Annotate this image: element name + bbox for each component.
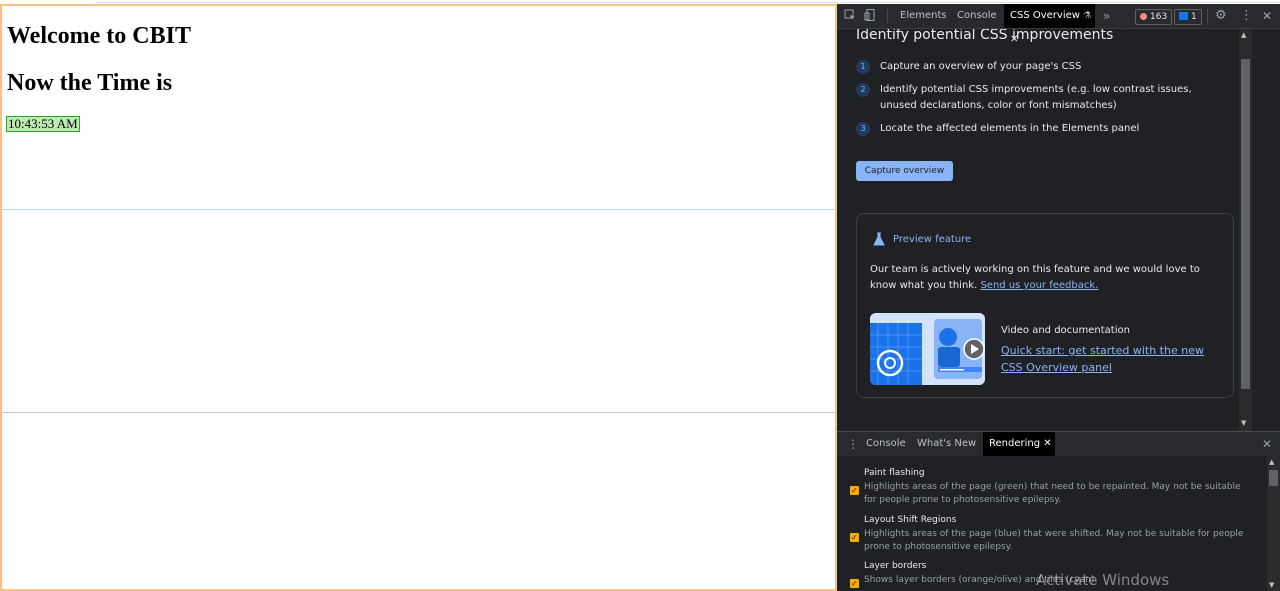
page-heading-welcome: Welcome to CBIT — [7, 23, 191, 49]
scroll-up-arrow-icon[interactable]: ▲ — [1269, 458, 1274, 466]
option-title: Layout Shift Regions — [864, 515, 957, 525]
tab-css-overview-label: CSS Overview — [1010, 10, 1080, 21]
kebab-menu-icon[interactable]: ⋮ — [1240, 4, 1253, 28]
tile-border — [2, 209, 835, 210]
toolbar-divider — [887, 9, 888, 23]
option-title: Layer borders — [864, 561, 927, 571]
step-text: Identify potential CSS improvements (e.g… — [880, 84, 1192, 111]
capture-overview-button[interactable]: Capture overview — [856, 161, 953, 181]
error-count: 163 — [1150, 12, 1168, 22]
close-drawer-icon[interactable]: ✕ — [1262, 432, 1272, 456]
top-divider — [95, 2, 1280, 3]
step-number: 1 — [856, 60, 870, 74]
drawer-tabbar: ⋮ Console What's New Rendering ✕ ✕ — [837, 431, 1280, 457]
option-description: Highlights areas of the page (blue) that… — [864, 529, 1244, 552]
scrollbar-thumb[interactable] — [1269, 470, 1278, 486]
message-icon — [1179, 12, 1188, 20]
device-toolbar-icon[interactable] — [864, 4, 876, 28]
tile-border — [2, 412, 835, 413]
scroll-down-arrow-icon[interactable]: ▼ — [1241, 419, 1246, 427]
drawer-tab-whats-new[interactable]: What's New — [912, 432, 981, 456]
drawer-tab-rendering-label: Rendering — [989, 438, 1041, 449]
message-count: 1 — [1191, 12, 1197, 22]
option-description: Highlights areas of the page (green) tha… — [864, 482, 1241, 505]
css-overview-panel: Identify potential CSS improvements 1 Ca… — [837, 29, 1252, 431]
drawer-tab-console[interactable]: Console — [861, 432, 911, 456]
error-count-badge[interactable]: 163 — [1135, 9, 1173, 25]
page-heading-time: Now the Time is — [7, 70, 173, 96]
scrollbar-thumb[interactable] — [1241, 59, 1250, 389]
flask-icon: ⚗ — [1083, 11, 1092, 21]
drawer-scrollbar[interactable]: ▲ ▼ — [1267, 456, 1280, 591]
step-number: 2 — [856, 83, 870, 97]
video-documentation-title: Video and documentation — [1001, 325, 1130, 336]
step-text: Locate the affected elements in the Elem… — [880, 123, 1140, 134]
css-panel-scrollbar[interactable]: ▲ ▼ — [1239, 29, 1252, 431]
step-number: 3 — [856, 122, 870, 136]
scroll-down-arrow-icon[interactable]: ▼ — [1269, 581, 1274, 589]
checkbox-checked-icon[interactable]: ✓ — [850, 533, 859, 542]
preview-feature-text: Our team is actively working on this fea… — [870, 262, 1220, 294]
tab-elements[interactable]: Elements — [895, 4, 952, 28]
rendering-panel: ✓ Paint flashing Highlights areas of the… — [837, 456, 1280, 591]
gear-icon[interactable]: ⚙ — [1215, 4, 1227, 28]
close-devtools-icon[interactable]: ✕ — [1262, 4, 1272, 28]
devtools-tabbar: Elements Console CSS Overview ⚗ ✕ » 163 … — [837, 4, 1280, 45]
preview-feature-card: Preview feature Our team is actively wor… — [856, 213, 1234, 398]
flask-icon — [873, 232, 885, 246]
drawer-tab-rendering[interactable]: Rendering ✕ — [983, 432, 1055, 456]
option-title: Paint flashing — [864, 468, 925, 478]
video-thumbnail[interactable] — [870, 313, 985, 385]
checkbox-checked-icon[interactable]: ✓ — [850, 579, 859, 588]
tab-console[interactable]: Console — [952, 4, 1002, 28]
activate-windows-watermark: Activate Windows — [1036, 571, 1170, 589]
message-count-badge[interactable]: 1 — [1174, 9, 1202, 25]
css-overview-title: Identify potential CSS improvements — [856, 29, 1114, 43]
close-icon[interactable]: ✕ — [1043, 438, 1051, 449]
inspect-element-icon[interactable] — [844, 4, 856, 28]
time-display: 10:43:53 AM — [6, 116, 80, 132]
quick-start-link[interactable]: Quick start: get started with the new CS… — [1001, 342, 1226, 376]
scroll-up-arrow-icon[interactable]: ▲ — [1241, 31, 1246, 39]
feedback-link[interactable]: Send us your feedback. — [980, 280, 1098, 291]
error-icon — [1140, 13, 1147, 20]
preview-feature-heading: Preview feature — [893, 234, 972, 245]
page-viewport: Welcome to CBIT Now the Time is 10:43:53… — [0, 4, 837, 591]
toolbar-divider — [1207, 9, 1208, 23]
drawer-menu-icon[interactable]: ⋮ — [847, 432, 859, 456]
devtools-panel: Elements Console CSS Overview ⚗ ✕ » 163 … — [837, 4, 1280, 591]
more-tabs-button[interactable]: » — [1103, 4, 1110, 28]
tab-css-overview[interactable]: CSS Overview ⚗ ✕ — [1004, 4, 1095, 45]
step-text: Capture an overview of your page's CSS — [880, 61, 1082, 72]
checkbox-checked-icon[interactable]: ✓ — [850, 486, 859, 495]
